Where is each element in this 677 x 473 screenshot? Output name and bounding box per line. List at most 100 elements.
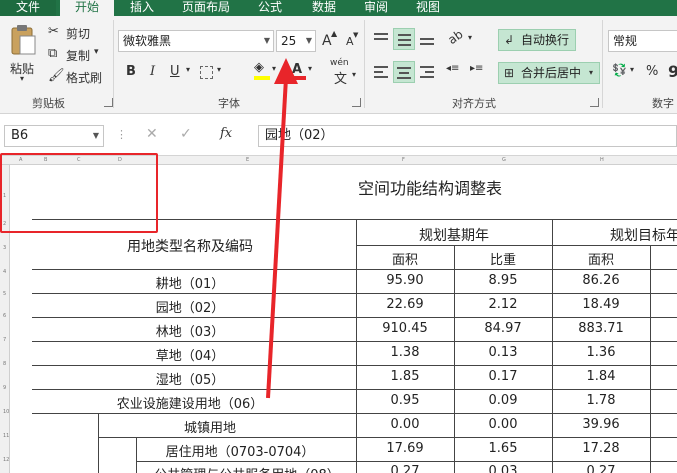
underline-button[interactable]: U bbox=[170, 64, 180, 79]
row-name-cell[interactable]: 园地（02） bbox=[100, 297, 280, 316]
comma-button[interactable]: 9 bbox=[668, 62, 677, 81]
underline-dropdown-icon[interactable]: ▾ bbox=[186, 65, 190, 74]
row-area-cell[interactable]: 0.27 bbox=[356, 464, 454, 473]
row-name-cell[interactable]: 城镇用地 bbox=[140, 417, 280, 436]
align-left-button[interactable] bbox=[372, 63, 390, 81]
font-size-select[interactable]: 25 ▼ bbox=[276, 30, 316, 52]
tab-insert[interactable]: 插入 bbox=[124, 0, 160, 16]
wrap-text-button[interactable]: ↲ 自动换行 bbox=[498, 29, 576, 51]
table-title[interactable]: 空间功能结构调整表 bbox=[358, 175, 502, 199]
grid-line bbox=[32, 413, 677, 414]
row-target-area-cell[interactable]: 39.96 bbox=[552, 417, 650, 432]
row-area-cell[interactable]: 1.38 bbox=[356, 345, 454, 360]
merge-center-button[interactable]: ⊞ 合并后居中 ▾ bbox=[498, 62, 600, 84]
row-target-area-cell[interactable]: 17.28 bbox=[552, 441, 650, 456]
align-middle-button[interactable] bbox=[393, 28, 415, 50]
target-period-header[interactable]: 规划目标年 bbox=[552, 225, 677, 245]
row-ratio-cell[interactable]: 84.97 bbox=[454, 321, 552, 336]
chevron-down-icon: ▾ bbox=[217, 65, 222, 74]
row-target-area-cell[interactable]: 18.49 bbox=[552, 297, 650, 312]
row-target-area-cell[interactable]: 0.27 bbox=[552, 464, 650, 473]
row-ratio-cell[interactable]: 1.65 bbox=[454, 441, 552, 456]
row-target-area-cell[interactable]: 1.36 bbox=[552, 345, 650, 360]
align-top-button[interactable] bbox=[372, 30, 390, 48]
row-name-cell[interactable]: 耕地（01） bbox=[100, 273, 280, 292]
tab-home[interactable]: 开始 bbox=[60, 0, 114, 16]
tab-data[interactable]: 数据 bbox=[306, 0, 342, 16]
font-name-select[interactable]: 微软雅黑 ▼ bbox=[118, 30, 274, 52]
insert-function-button[interactable]: fx bbox=[220, 126, 232, 141]
row-area-cell[interactable]: 1.85 bbox=[356, 369, 454, 384]
row-name-cell[interactable]: 农业设施建设用地（06） bbox=[100, 393, 280, 412]
row-target-area-cell[interactable]: 86.26 bbox=[552, 273, 650, 288]
phonetic-button[interactable]: wén 文 ▾ bbox=[330, 58, 360, 87]
row-ratio-cell[interactable]: 0.09 bbox=[454, 393, 552, 408]
row-target-area-cell[interactable]: 883.71 bbox=[552, 321, 650, 336]
ratio-header[interactable]: 比重 bbox=[454, 249, 552, 268]
row-name-cell[interactable]: 湿地（05） bbox=[100, 369, 280, 388]
copy-dropdown-icon[interactable]: ▾ bbox=[94, 47, 99, 57]
alignment-launcher-icon[interactable] bbox=[590, 98, 599, 107]
row-area-cell[interactable]: 910.45 bbox=[356, 321, 454, 336]
orientation-button[interactable]: ab ▾ bbox=[445, 26, 476, 48]
tab-formulas[interactable]: 公式 bbox=[252, 0, 288, 16]
number-format-select[interactable]: 常规 bbox=[608, 30, 677, 52]
decrease-indent-button[interactable]: ◂≡ bbox=[446, 63, 464, 81]
increase-indent-button[interactable]: ▸≡ bbox=[470, 63, 488, 81]
paste-dropdown-icon[interactable]: ▾ bbox=[20, 74, 24, 83]
bold-button[interactable]: B bbox=[126, 64, 136, 79]
row-name-cell[interactable]: 草地（04） bbox=[100, 345, 280, 364]
copy-button[interactable]: ⧉ 复制 ▾ bbox=[48, 46, 108, 64]
row-target-area-cell[interactable]: 1.84 bbox=[552, 369, 650, 384]
currency-button[interactable]: 💱 ▾ bbox=[612, 63, 640, 81]
format-painter-label: 格式刷 bbox=[66, 71, 103, 85]
row-area-cell[interactable]: 0.00 bbox=[356, 417, 454, 432]
row-area-cell[interactable]: 95.90 bbox=[356, 273, 454, 288]
row-ratio-cell[interactable]: 2.12 bbox=[454, 297, 552, 312]
cancel-icon[interactable]: ✕ bbox=[146, 126, 158, 142]
column-header-h: H bbox=[600, 157, 604, 163]
align-right-button[interactable] bbox=[418, 63, 436, 81]
formula-input[interactable]: 园地（02） bbox=[258, 125, 677, 147]
row-target-area-cell[interactable]: 1.78 bbox=[552, 393, 650, 408]
row-name-cell[interactable]: 居住用地（0703-0704） bbox=[140, 441, 340, 460]
paste-button[interactable]: 粘贴 ▾ bbox=[6, 24, 40, 84]
tab-review[interactable]: 审阅 bbox=[358, 0, 394, 16]
base-period-header[interactable]: 规划基期年 bbox=[356, 225, 552, 245]
row-area-cell[interactable]: 17.69 bbox=[356, 441, 454, 456]
area-header[interactable]: 面积 bbox=[356, 249, 454, 268]
orientation-icon: ab bbox=[445, 26, 466, 48]
row-name-cell[interactable]: 林地（03） bbox=[100, 321, 280, 340]
target-area-header[interactable]: 面积 bbox=[552, 249, 650, 268]
format-painter-button[interactable]: 🖌 格式刷 bbox=[48, 68, 108, 86]
font-launcher-icon[interactable] bbox=[352, 98, 361, 107]
cut-button[interactable]: ✂ 剪切 bbox=[48, 24, 98, 42]
row-area-cell[interactable]: 0.95 bbox=[356, 393, 454, 408]
italic-button[interactable]: I bbox=[150, 64, 155, 79]
row-ratio-cell[interactable]: 0.13 bbox=[454, 345, 552, 360]
percent-button[interactable]: % bbox=[646, 64, 658, 79]
fill-color-button[interactable]: ◈ ▾ bbox=[252, 60, 280, 82]
row-area-cell[interactable]: 22.69 bbox=[356, 297, 454, 312]
borders-button[interactable]: ▾ bbox=[200, 64, 230, 80]
font-color-button[interactable]: A ▾ bbox=[288, 60, 318, 82]
tab-file[interactable]: 文件 bbox=[0, 0, 56, 16]
tab-view[interactable]: 视图 bbox=[410, 0, 446, 16]
clipboard-group-label: 剪贴板 bbox=[32, 97, 65, 110]
clipboard-launcher-icon[interactable] bbox=[104, 98, 113, 107]
row-ratio-cell[interactable]: 0.03 bbox=[454, 464, 552, 473]
name-box[interactable]: B6 ▼ bbox=[4, 125, 104, 147]
row-name-cell[interactable]: 公共管理与公共服务用地（08） bbox=[140, 464, 354, 473]
row-header-8: 8 bbox=[3, 361, 7, 367]
merge-center-label: 合并后居中 bbox=[521, 66, 582, 80]
row-ratio-cell[interactable]: 0.17 bbox=[454, 369, 552, 384]
phonetic-glyph-icon: 文 bbox=[334, 72, 348, 87]
align-center-button[interactable] bbox=[393, 61, 415, 83]
align-bottom-button[interactable] bbox=[418, 30, 436, 48]
confirm-icon[interactable]: ✓ bbox=[180, 126, 192, 142]
tab-page-layout[interactable]: 页面布局 bbox=[176, 0, 236, 16]
grid-line bbox=[98, 413, 99, 473]
row-ratio-cell[interactable]: 0.00 bbox=[454, 417, 552, 432]
type-header[interactable]: 用地类型名称及编码 bbox=[110, 236, 270, 256]
row-ratio-cell[interactable]: 8.95 bbox=[454, 273, 552, 288]
